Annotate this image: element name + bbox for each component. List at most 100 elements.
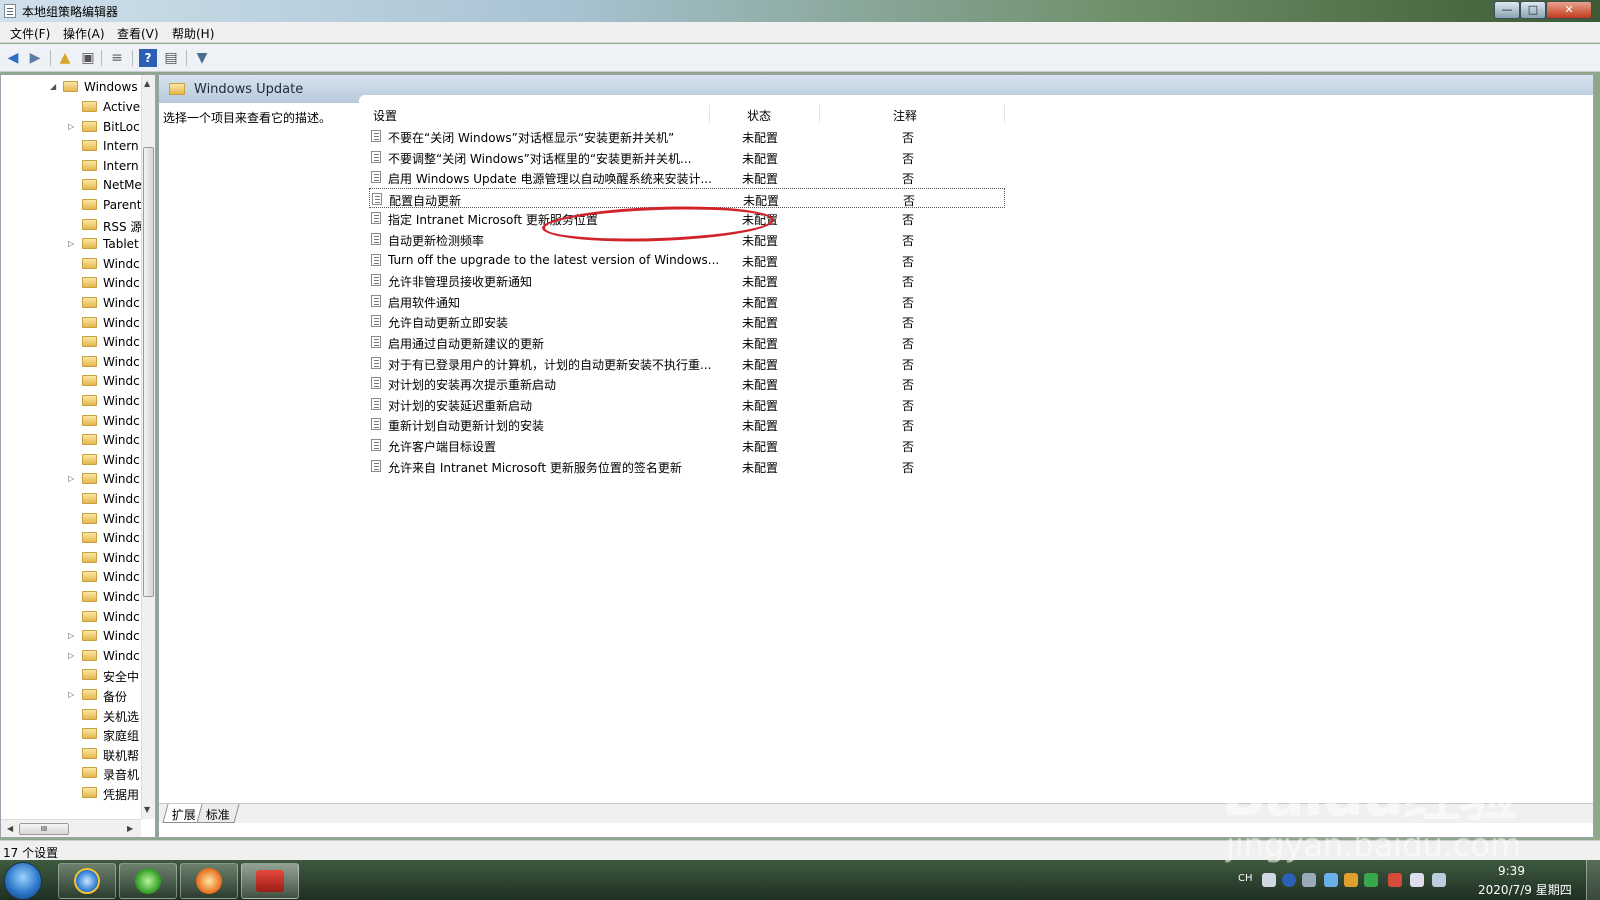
setting-row[interactable]: 自动更新检测频率 未配置 否: [369, 229, 1005, 249]
help-icon[interactable]: ?: [139, 49, 157, 67]
menu-file[interactable]: 文件(F): [10, 25, 50, 42]
taskbar-browser-button[interactable]: [119, 863, 177, 899]
menu-view[interactable]: 查看(V): [117, 25, 159, 42]
setting-row[interactable]: 允许来自 Intranet Microsoft 更新服务位置的签名更新 未配置 否: [369, 456, 1005, 476]
expand-arrow-icon[interactable]: ▷: [68, 122, 74, 131]
column-header-setting[interactable]: 设置: [373, 107, 397, 124]
tree-item[interactable]: 家庭组: [1, 724, 141, 744]
setting-row[interactable]: 对计划的安装再次提示重新启动 未配置 否: [369, 373, 1005, 393]
tree-item[interactable]: Windc: [1, 411, 141, 431]
keyboard-icon[interactable]: [1262, 873, 1276, 887]
expand-arrow-icon[interactable]: ▷: [68, 239, 74, 248]
options-icon[interactable]: [1302, 873, 1316, 887]
setting-row[interactable]: 对于有已登录用户的计算机，计划的自动更新安装不执行重... 未配置 否: [369, 353, 1005, 373]
shield-icon[interactable]: [1364, 873, 1378, 887]
tree-item[interactable]: NetMe: [1, 175, 142, 195]
show-desktop-button[interactable]: [1586, 860, 1600, 900]
tree-item[interactable]: Windc: [1, 352, 141, 372]
tree-item[interactable]: Windc: [1, 371, 141, 391]
setting-row[interactable]: 允许非管理员接收更新通知 未配置 否: [369, 270, 1005, 290]
start-button[interactable]: [4, 862, 42, 900]
column-divider[interactable]: [709, 105, 710, 123]
scroll-down-icon[interactable]: ▼: [144, 805, 150, 814]
tree-item[interactable]: 联机帮: [1, 744, 141, 764]
column-header-note[interactable]: 注释: [893, 107, 917, 124]
tree-item[interactable]: Active: [1, 97, 141, 117]
tree-item[interactable]: Windc: [1, 489, 141, 509]
tree-item[interactable]: ▷ Tablet: [1, 234, 141, 254]
setting-row[interactable]: 指定 Intranet Microsoft 更新服务位置 未配置 否: [369, 208, 1005, 228]
tree-item[interactable]: Windc: [1, 509, 141, 529]
column-divider[interactable]: [819, 105, 820, 123]
setting-row[interactable]: 启用 Windows Update 电源管理以自动唤醒系统来安装计... 未配置 否: [369, 167, 1005, 187]
help-icon[interactable]: [1282, 873, 1296, 887]
properties-icon[interactable]: ▤: [162, 49, 180, 67]
expand-arrow-icon[interactable]: ▷: [68, 631, 74, 640]
tree-item[interactable]: Windc: [1, 391, 141, 411]
setting-row[interactable]: 配置自动更新 未配置 否: [369, 187, 1005, 208]
close-button[interactable]: ✕: [1546, 1, 1592, 19]
tree-item[interactable]: Windc: [1, 450, 141, 470]
clock-time[interactable]: 9:39: [1498, 864, 1525, 878]
tree-item[interactable]: Windc: [1, 332, 141, 352]
filter-icon[interactable]: ▼: [193, 49, 211, 67]
network-icon[interactable]: [1324, 873, 1338, 887]
tree-item[interactable]: Windc: [1, 548, 141, 568]
tree-horizontal-scrollbar[interactable]: ◀ III ▶: [1, 819, 141, 837]
tree-item[interactable]: RSS 源: [1, 215, 142, 235]
tree-item[interactable]: Windc: [1, 607, 141, 627]
up-folder-icon[interactable]: ▲: [56, 49, 74, 67]
security-icon[interactable]: [1344, 873, 1358, 887]
tree-item[interactable]: Windc: [1, 293, 141, 313]
scroll-thumb[interactable]: [143, 147, 154, 597]
tree-item[interactable]: ▷ Windc: [1, 469, 141, 489]
tree-item[interactable]: Intern: [1, 136, 141, 156]
show-hide-tree-icon[interactable]: ▣: [79, 49, 97, 67]
tree-item[interactable]: Windc: [1, 313, 141, 333]
tree-item[interactable]: ▷ Windc: [1, 626, 141, 646]
back-arrow-icon[interactable]: ◀: [4, 49, 22, 67]
tree-item[interactable]: Windc: [1, 430, 141, 450]
tree-item[interactable]: Windc: [1, 528, 141, 548]
collapse-arrow-icon[interactable]: ◢: [50, 82, 56, 91]
scroll-thumb[interactable]: III: [19, 823, 69, 835]
export-list-icon[interactable]: ≡: [108, 49, 126, 67]
expand-arrow-icon[interactable]: ▷: [68, 651, 74, 660]
tree-item[interactable]: 关机选: [1, 705, 141, 725]
scroll-up-icon[interactable]: ▲: [144, 79, 150, 88]
expand-arrow-icon[interactable]: ▷: [68, 474, 74, 483]
expand-arrow-icon[interactable]: ▷: [68, 690, 74, 699]
taskbar-app-button[interactable]: [180, 863, 238, 899]
menu-action[interactable]: 操作(A): [63, 25, 105, 42]
maximize-button[interactable]: □: [1520, 1, 1546, 19]
tree-item[interactable]: ▷ Windc: [1, 646, 141, 666]
tree-vertical-scrollbar[interactable]: ▲ ▼: [141, 75, 155, 819]
tree-item[interactable]: Windc: [1, 273, 141, 293]
tree-item[interactable]: ▷ 备份: [1, 685, 141, 705]
clock-date[interactable]: 2020/7/9 星期四: [1478, 881, 1572, 898]
tree-item[interactable]: 凭据用: [1, 783, 141, 803]
taskbar-ie-button[interactable]: [58, 863, 116, 899]
tab-standard[interactable]: 标准: [196, 804, 240, 823]
tree-item[interactable]: 安全中: [1, 665, 141, 685]
display-icon[interactable]: [1432, 873, 1446, 887]
forward-arrow-icon[interactable]: ▶: [26, 49, 44, 67]
tree-item[interactable]: Intern: [1, 156, 141, 176]
minimize-button[interactable]: —: [1494, 1, 1520, 19]
setting-row[interactable]: 启用软件通知 未配置 否: [369, 291, 1005, 311]
tree-item[interactable]: 录音机: [1, 763, 141, 783]
setting-row[interactable]: 对计划的安装延迟重新启动 未配置 否: [369, 394, 1005, 414]
tree-item[interactable]: Windc: [1, 587, 141, 607]
menu-help[interactable]: 帮助(H): [172, 25, 214, 42]
tree-item[interactable]: Windc: [1, 567, 141, 587]
setting-row[interactable]: 不要在“关闭 Windows”对话框显示“安装更新并关机” 未配置 否: [369, 126, 1005, 146]
setting-row[interactable]: 启用通过自动更新建议的更新 未配置 否: [369, 332, 1005, 352]
taskbar-gpedit-button[interactable]: [241, 863, 299, 899]
scroll-left-icon[interactable]: ◀: [7, 824, 13, 833]
column-header-state[interactable]: 状态: [747, 107, 771, 124]
setting-row[interactable]: Turn off the upgrade to the latest versi…: [369, 250, 1005, 270]
action-center-icon[interactable]: [1388, 873, 1402, 887]
setting-row[interactable]: 允许客户端目标设置 未配置 否: [369, 435, 1005, 455]
setting-row[interactable]: 重新计划自动更新计划的安装 未配置 否: [369, 414, 1005, 434]
tree-item-windows[interactable]: ◢ Windows: [1, 77, 141, 97]
